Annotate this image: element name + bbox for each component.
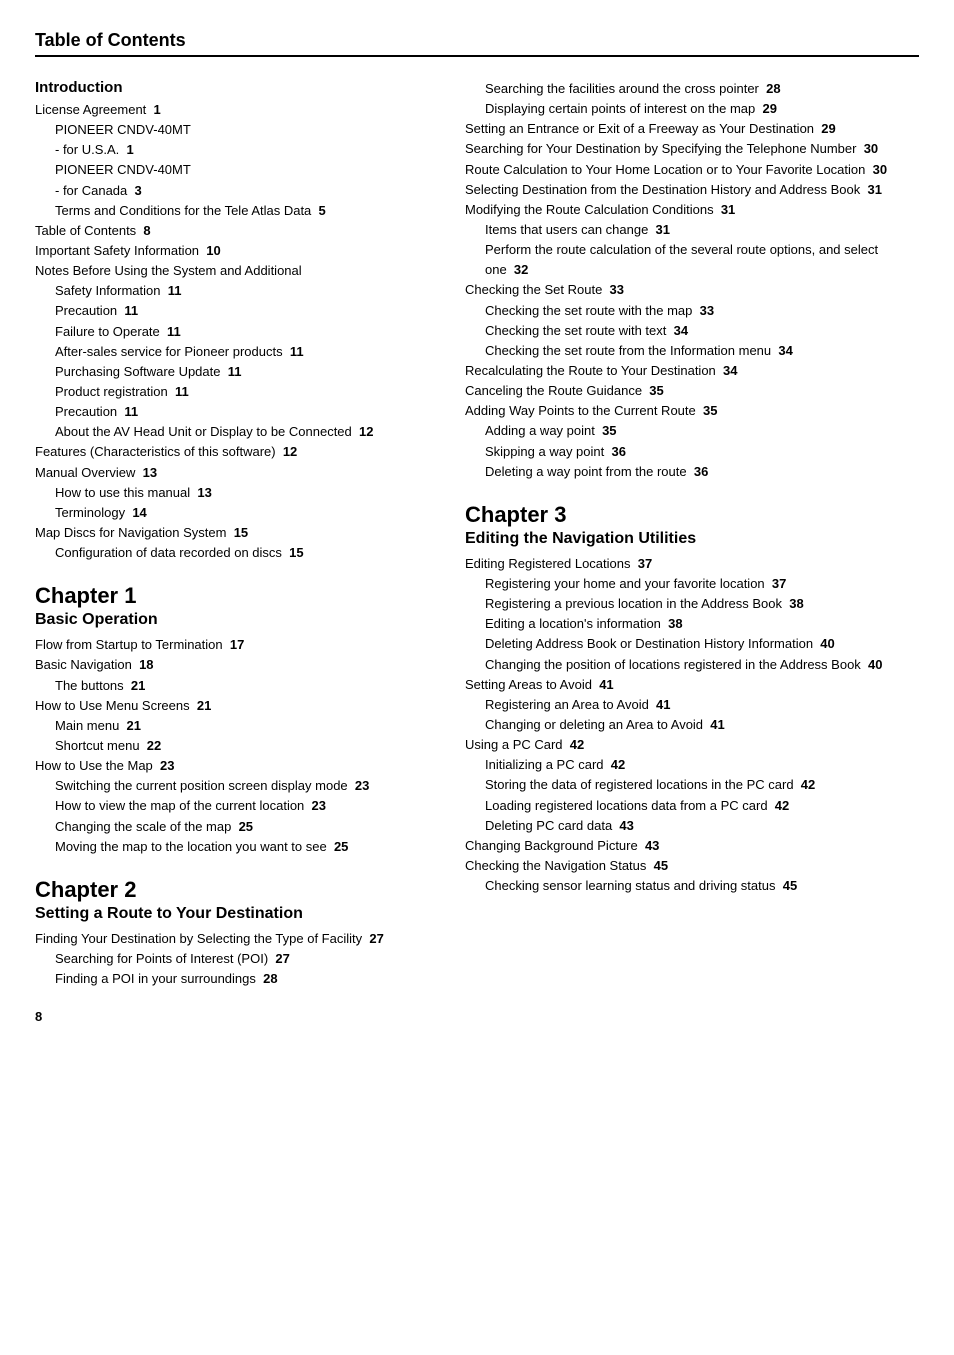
- toc-item: Configuration of data recorded on discs …: [35, 543, 435, 563]
- chapter2-block: Chapter 2 Setting a Route to Your Destin…: [35, 877, 435, 923]
- toc-item: How to Use the Map 23: [35, 756, 435, 776]
- toc-item: Adding Way Points to the Current Route 3…: [465, 401, 919, 421]
- toc-item: Moving the map to the location you want …: [35, 837, 435, 857]
- chapter1-items: Flow from Startup to Termination 17Basic…: [35, 635, 435, 857]
- toc-item: Checking the set route from the Informat…: [465, 341, 919, 361]
- toc-item: Map Discs for Navigation System 15: [35, 523, 435, 543]
- toc-item: Adding a way point 35: [465, 421, 919, 441]
- toc-item: - for Canada 3: [35, 181, 435, 201]
- chapter2-heading: Chapter 2: [35, 877, 435, 903]
- chapter1-sub: Basic Operation: [35, 611, 435, 629]
- toc-item: Switching the current position screen di…: [35, 776, 435, 796]
- toc-item: Recalculating the Route to Your Destinat…: [465, 361, 919, 381]
- chapter2-sub: Setting a Route to Your Destination: [35, 905, 435, 923]
- toc-item: Editing a location's information 38: [465, 614, 919, 634]
- ch2-continued-items: Searching the facilities around the cros…: [465, 79, 919, 482]
- toc-item: Registering your home and your favorite …: [465, 574, 919, 594]
- toc-item: PIONEER CNDV-40MT: [35, 160, 435, 180]
- right-column: Searching the facilities around the cros…: [465, 79, 919, 1024]
- footer-page: 8: [35, 1009, 435, 1024]
- toc-item: The buttons 21: [35, 676, 435, 696]
- chapter3-items: Editing Registered Locations 37Registeri…: [465, 554, 919, 896]
- toc-item: Shortcut menu 22: [35, 736, 435, 756]
- toc-item: Route Calculation to Your Home Location …: [465, 160, 919, 180]
- chapter3-heading: Chapter 3: [465, 502, 919, 528]
- toc-item: After-sales service for Pioneer products…: [35, 342, 435, 362]
- toc-item: Terms and Conditions for the Tele Atlas …: [35, 201, 435, 221]
- intro-heading: Introduction: [35, 79, 435, 96]
- toc-item: Canceling the Route Guidance 35: [465, 381, 919, 401]
- toc-item: Notes Before Using the System and Additi…: [35, 261, 435, 281]
- chapter2-items: Finding Your Destination by Selecting th…: [35, 929, 435, 989]
- toc-item: Perform the route calculation of the sev…: [465, 240, 919, 280]
- toc-item: Terminology 14: [35, 503, 435, 523]
- page-title: Table of Contents: [35, 30, 919, 51]
- toc-item: Checking the Navigation Status 45: [465, 856, 919, 876]
- toc-item: Product registration 11: [35, 382, 435, 402]
- toc-item: Using a PC Card 42: [465, 735, 919, 755]
- toc-item: Registering a previous location in the A…: [465, 594, 919, 614]
- toc-item: Changing or deleting an Area to Avoid 41: [465, 715, 919, 735]
- toc-item: Checking the Set Route 33: [465, 280, 919, 300]
- toc-item: Skipping a way point 36: [465, 442, 919, 462]
- toc-item: Precaution 11: [35, 402, 435, 422]
- chapter3-sub: Editing the Navigation Utilities: [465, 530, 919, 548]
- toc-item: Flow from Startup to Termination 17: [35, 635, 435, 655]
- toc-item: Initializing a PC card 42: [465, 755, 919, 775]
- toc-item: Checking sensor learning status and driv…: [465, 876, 919, 896]
- toc-item: How to view the map of the current locat…: [35, 796, 435, 816]
- title-section: Table of Contents: [35, 30, 919, 71]
- toc-item: Searching the facilities around the cros…: [465, 79, 919, 99]
- toc-item: Modifying the Route Calculation Conditio…: [465, 200, 919, 220]
- left-column: Introduction License Agreement 1PIONEER …: [35, 79, 435, 1024]
- toc-item: Precaution 11: [35, 301, 435, 321]
- toc-item: Registering an Area to Avoid 41: [465, 695, 919, 715]
- toc-item: Deleting Address Book or Destination His…: [465, 634, 919, 654]
- title-divider: [35, 55, 919, 57]
- toc-item: Setting Areas to Avoid 41: [465, 675, 919, 695]
- toc-item: Checking the set route with text 34: [465, 321, 919, 341]
- intro-items: License Agreement 1PIONEER CNDV-40MT- fo…: [35, 100, 435, 563]
- toc-item: Finding a POI in your surroundings 28: [35, 969, 435, 989]
- toc-item: Basic Navigation 18: [35, 655, 435, 675]
- toc-item: PIONEER CNDV-40MT: [35, 120, 435, 140]
- toc-item: Finding Your Destination by Selecting th…: [35, 929, 435, 949]
- page-container: Table of Contents Introduction License A…: [35, 30, 919, 1024]
- toc-item: Loading registered locations data from a…: [465, 796, 919, 816]
- toc-item: Deleting PC card data 43: [465, 816, 919, 836]
- toc-item: Setting an Entrance or Exit of a Freeway…: [465, 119, 919, 139]
- toc-item: - for U.S.A. 1: [35, 140, 435, 160]
- chapter1-heading: Chapter 1: [35, 583, 435, 609]
- toc-item: Manual Overview 13: [35, 463, 435, 483]
- toc-item: Selecting Destination from the Destinati…: [465, 180, 919, 200]
- toc-item: Items that users can change 31: [465, 220, 919, 240]
- two-column-layout: Introduction License Agreement 1PIONEER …: [35, 79, 919, 1024]
- toc-item: Searching for Your Destination by Specif…: [465, 139, 919, 159]
- toc-item: Checking the set route with the map 33: [465, 301, 919, 321]
- toc-item: About the AV Head Unit or Display to be …: [35, 422, 435, 442]
- toc-item: Searching for Points of Interest (POI) 2…: [35, 949, 435, 969]
- toc-item: How to use this manual 13: [35, 483, 435, 503]
- toc-item: How to Use Menu Screens 21: [35, 696, 435, 716]
- chapter1-block: Chapter 1 Basic Operation: [35, 583, 435, 629]
- toc-item: License Agreement 1: [35, 100, 435, 120]
- toc-item: Changing Background Picture 43: [465, 836, 919, 856]
- toc-item: Changing the scale of the map 25: [35, 817, 435, 837]
- toc-item: Safety Information 11: [35, 281, 435, 301]
- toc-item: Storing the data of registered locations…: [465, 775, 919, 795]
- toc-item: Displaying certain points of interest on…: [465, 99, 919, 119]
- toc-item: Changing the position of locations regis…: [465, 655, 919, 675]
- chapter3-block: Chapter 3 Editing the Navigation Utiliti…: [465, 502, 919, 548]
- toc-item: Failure to Operate 11: [35, 322, 435, 342]
- toc-item: Purchasing Software Update 11: [35, 362, 435, 382]
- toc-item: Important Safety Information 10: [35, 241, 435, 261]
- toc-item: Deleting a way point from the route 36: [465, 462, 919, 482]
- toc-item: Features (Characteristics of this softwa…: [35, 442, 435, 462]
- toc-item: Editing Registered Locations 37: [465, 554, 919, 574]
- toc-item: Main menu 21: [35, 716, 435, 736]
- toc-item: Table of Contents 8: [35, 221, 435, 241]
